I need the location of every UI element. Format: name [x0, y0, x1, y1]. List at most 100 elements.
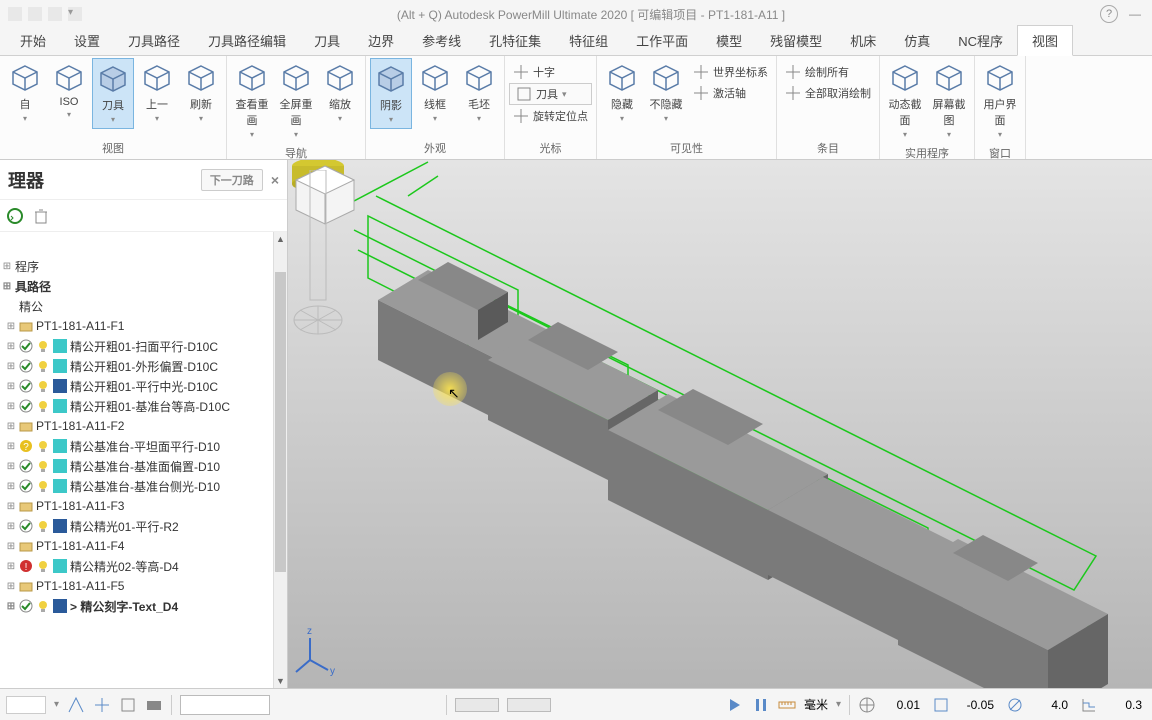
tree-node[interactable]: ⊞PT1-181-A11-F5 — [0, 576, 287, 596]
check-icon[interactable] — [19, 379, 33, 393]
ribbon-btn-不隐藏[interactable]: 不隐藏▾ — [645, 58, 687, 127]
qat-icon[interactable] — [48, 7, 62, 21]
ribbon-btn-毛坯[interactable]: 毛坯▾ — [458, 58, 500, 127]
close-icon[interactable]: × — [271, 172, 279, 188]
sb-icon[interactable] — [93, 696, 111, 714]
sb-icon[interactable] — [67, 696, 85, 714]
sb-icon[interactable] — [145, 696, 163, 714]
ribbon-btn-旋转定位点[interactable]: 旋转定位点 — [509, 106, 592, 126]
ribbon-btn-刀具[interactable]: 刀具 ▾ — [509, 83, 592, 105]
check-icon[interactable] — [19, 339, 33, 353]
lightbulb-icon[interactable] — [36, 379, 50, 393]
ribbon-btn-屏幕截图[interactable]: 屏幕截图▾ — [928, 58, 970, 143]
tab-13[interactable]: 仿真 — [890, 26, 944, 55]
expand-icon[interactable]: ⊞ — [6, 581, 16, 592]
tree-node[interactable] — [0, 236, 287, 256]
trash-icon[interactable] — [32, 207, 50, 225]
tree-node[interactable]: ⊞PT1-181-A11-F4 — [0, 536, 287, 556]
tree-node[interactable]: ⊞?精公基准台-平坦面平行-D10 — [0, 436, 287, 456]
check-icon[interactable] — [19, 599, 33, 613]
expand-icon[interactable]: ⊞ — [6, 461, 16, 472]
recycle-icon[interactable] — [6, 207, 24, 225]
ribbon-btn-隐藏[interactable]: 隐藏▾ — [601, 58, 643, 127]
expand-icon[interactable]: ⊞ — [6, 401, 16, 412]
tree-node[interactable]: 精公 — [0, 296, 287, 316]
scrollbar[interactable]: ▲ ▼ — [273, 232, 287, 688]
expand-icon[interactable]: ⊞ — [6, 561, 16, 572]
ribbon-btn-刀具[interactable]: 刀具▾ — [92, 58, 134, 129]
expand-icon[interactable]: ⊞ — [6, 421, 16, 432]
ribbon-btn-绘制所有[interactable]: 绘制所有 — [781, 62, 875, 82]
tab-15[interactable]: 视图 — [1017, 25, 1073, 56]
tab-6[interactable]: 参考线 — [408, 26, 475, 55]
ribbon-btn-激活轴[interactable]: 激活轴 — [689, 83, 772, 103]
tab-4[interactable]: 刀具 — [300, 26, 354, 55]
tab-5[interactable]: 边界 — [354, 26, 408, 55]
expand-icon[interactable]: ⊞ — [6, 481, 16, 492]
ribbon-btn-动态截面[interactable]: 动态截面▾ — [884, 58, 926, 143]
tree-node[interactable]: ⊞PT1-181-A11-F2 — [0, 416, 287, 436]
lightbulb-icon[interactable] — [36, 459, 50, 473]
ruler-icon[interactable] — [778, 696, 796, 714]
expand-icon[interactable]: ⊞ — [6, 361, 16, 372]
expand-icon[interactable]: ⊞ — [6, 381, 16, 392]
lightbulb-icon[interactable] — [36, 359, 50, 373]
tree-node[interactable]: ⊞精公基准台-基准台侧光-D10 — [0, 476, 287, 496]
tab-11[interactable]: 残留模型 — [756, 26, 836, 55]
tab-9[interactable]: 工作平面 — [622, 26, 702, 55]
check-icon[interactable] — [19, 399, 33, 413]
ribbon-btn-查看重画[interactable]: 查看重画▾ — [231, 58, 273, 143]
tab-8[interactable]: 特征组 — [555, 26, 622, 55]
tree-node[interactable]: ⊞精公开粗01-基准台等高-D10C — [0, 396, 287, 416]
tree-node[interactable]: ⊞PT1-181-A11-F3 — [0, 496, 287, 516]
play-icon[interactable] — [726, 696, 744, 714]
qat-icon[interactable] — [8, 7, 22, 21]
expand-icon[interactable]: ⊞ — [6, 501, 16, 512]
tab-12[interactable]: 机床 — [836, 26, 890, 55]
expand-icon[interactable]: ⊞ — [6, 341, 16, 352]
tree-view[interactable]: ⊞程序⊞具路径精公⊞PT1-181-A11-F1⊞精公开粗01-扫面平行-D10… — [0, 232, 287, 688]
tree-node[interactable]: ⊞精公开粗01-平行中光-D10C — [0, 376, 287, 396]
lightbulb-icon[interactable] — [36, 479, 50, 493]
tree-node[interactable]: ⊞精公开粗01-扫面平行-D10C — [0, 336, 287, 356]
viewport-3d[interactable]: z y ↖ — [288, 160, 1152, 688]
sb-slider[interactable] — [455, 698, 499, 712]
lightbulb-icon[interactable] — [36, 399, 50, 413]
expand-icon[interactable]: ⊞ — [2, 261, 12, 272]
lightbulb-icon[interactable] — [36, 599, 50, 613]
ribbon-btn-缩放[interactable]: 缩放▾ — [319, 58, 361, 127]
sb-slider[interactable] — [507, 698, 551, 712]
lightbulb-icon[interactable] — [36, 439, 50, 453]
qat-icon[interactable] — [28, 7, 42, 21]
check-icon[interactable] — [19, 359, 33, 373]
tab-7[interactable]: 孔特征集 — [475, 26, 555, 55]
sb-input[interactable] — [180, 695, 270, 715]
tree-node[interactable]: ⊞程序 — [0, 256, 287, 276]
check-icon[interactable] — [19, 479, 33, 493]
sb-icon[interactable] — [119, 696, 137, 714]
tab-10[interactable]: 模型 — [702, 26, 756, 55]
lightbulb-icon[interactable] — [36, 519, 50, 533]
ribbon-btn-用户界面[interactable]: 用户界面▾ — [979, 58, 1021, 143]
ribbon-btn-刷新[interactable]: 刷新▾ — [180, 58, 222, 127]
scroll-up-icon[interactable]: ▲ — [274, 232, 287, 246]
lightbulb-icon[interactable] — [36, 559, 50, 573]
scroll-down-icon[interactable]: ▼ — [274, 674, 287, 688]
ribbon-btn-ISO[interactable]: ISO▾ — [48, 58, 90, 123]
ribbon-btn-线框[interactable]: 线框▾ — [414, 58, 456, 127]
expand-icon[interactable]: ⊞ — [6, 541, 16, 552]
tab-14[interactable]: NC程序 — [944, 26, 1017, 55]
next-toolpath-pill[interactable]: 下一刀路 — [201, 169, 263, 191]
ribbon-btn-自[interactable]: 自▾ — [4, 58, 46, 127]
scroll-thumb[interactable] — [275, 272, 286, 572]
tree-node[interactable]: ⊞精公开粗01-外形偏置-D10C — [0, 356, 287, 376]
tree-node[interactable]: ⊞!精公精光02-等高-D4 — [0, 556, 287, 576]
qat-dropdown-icon[interactable]: ▾ — [68, 7, 82, 21]
tree-node[interactable]: ⊞精公精光01-平行-R2 — [0, 516, 287, 536]
expand-icon[interactable]: ⊞ — [6, 441, 16, 452]
check-icon[interactable] — [19, 459, 33, 473]
ribbon-btn-全屏重画[interactable]: 全屏重画▾ — [275, 58, 317, 143]
tab-2[interactable]: 刀具路径 — [114, 26, 194, 55]
tab-1[interactable]: 设置 — [60, 26, 114, 55]
minimize-icon[interactable]: — — [1126, 7, 1144, 21]
